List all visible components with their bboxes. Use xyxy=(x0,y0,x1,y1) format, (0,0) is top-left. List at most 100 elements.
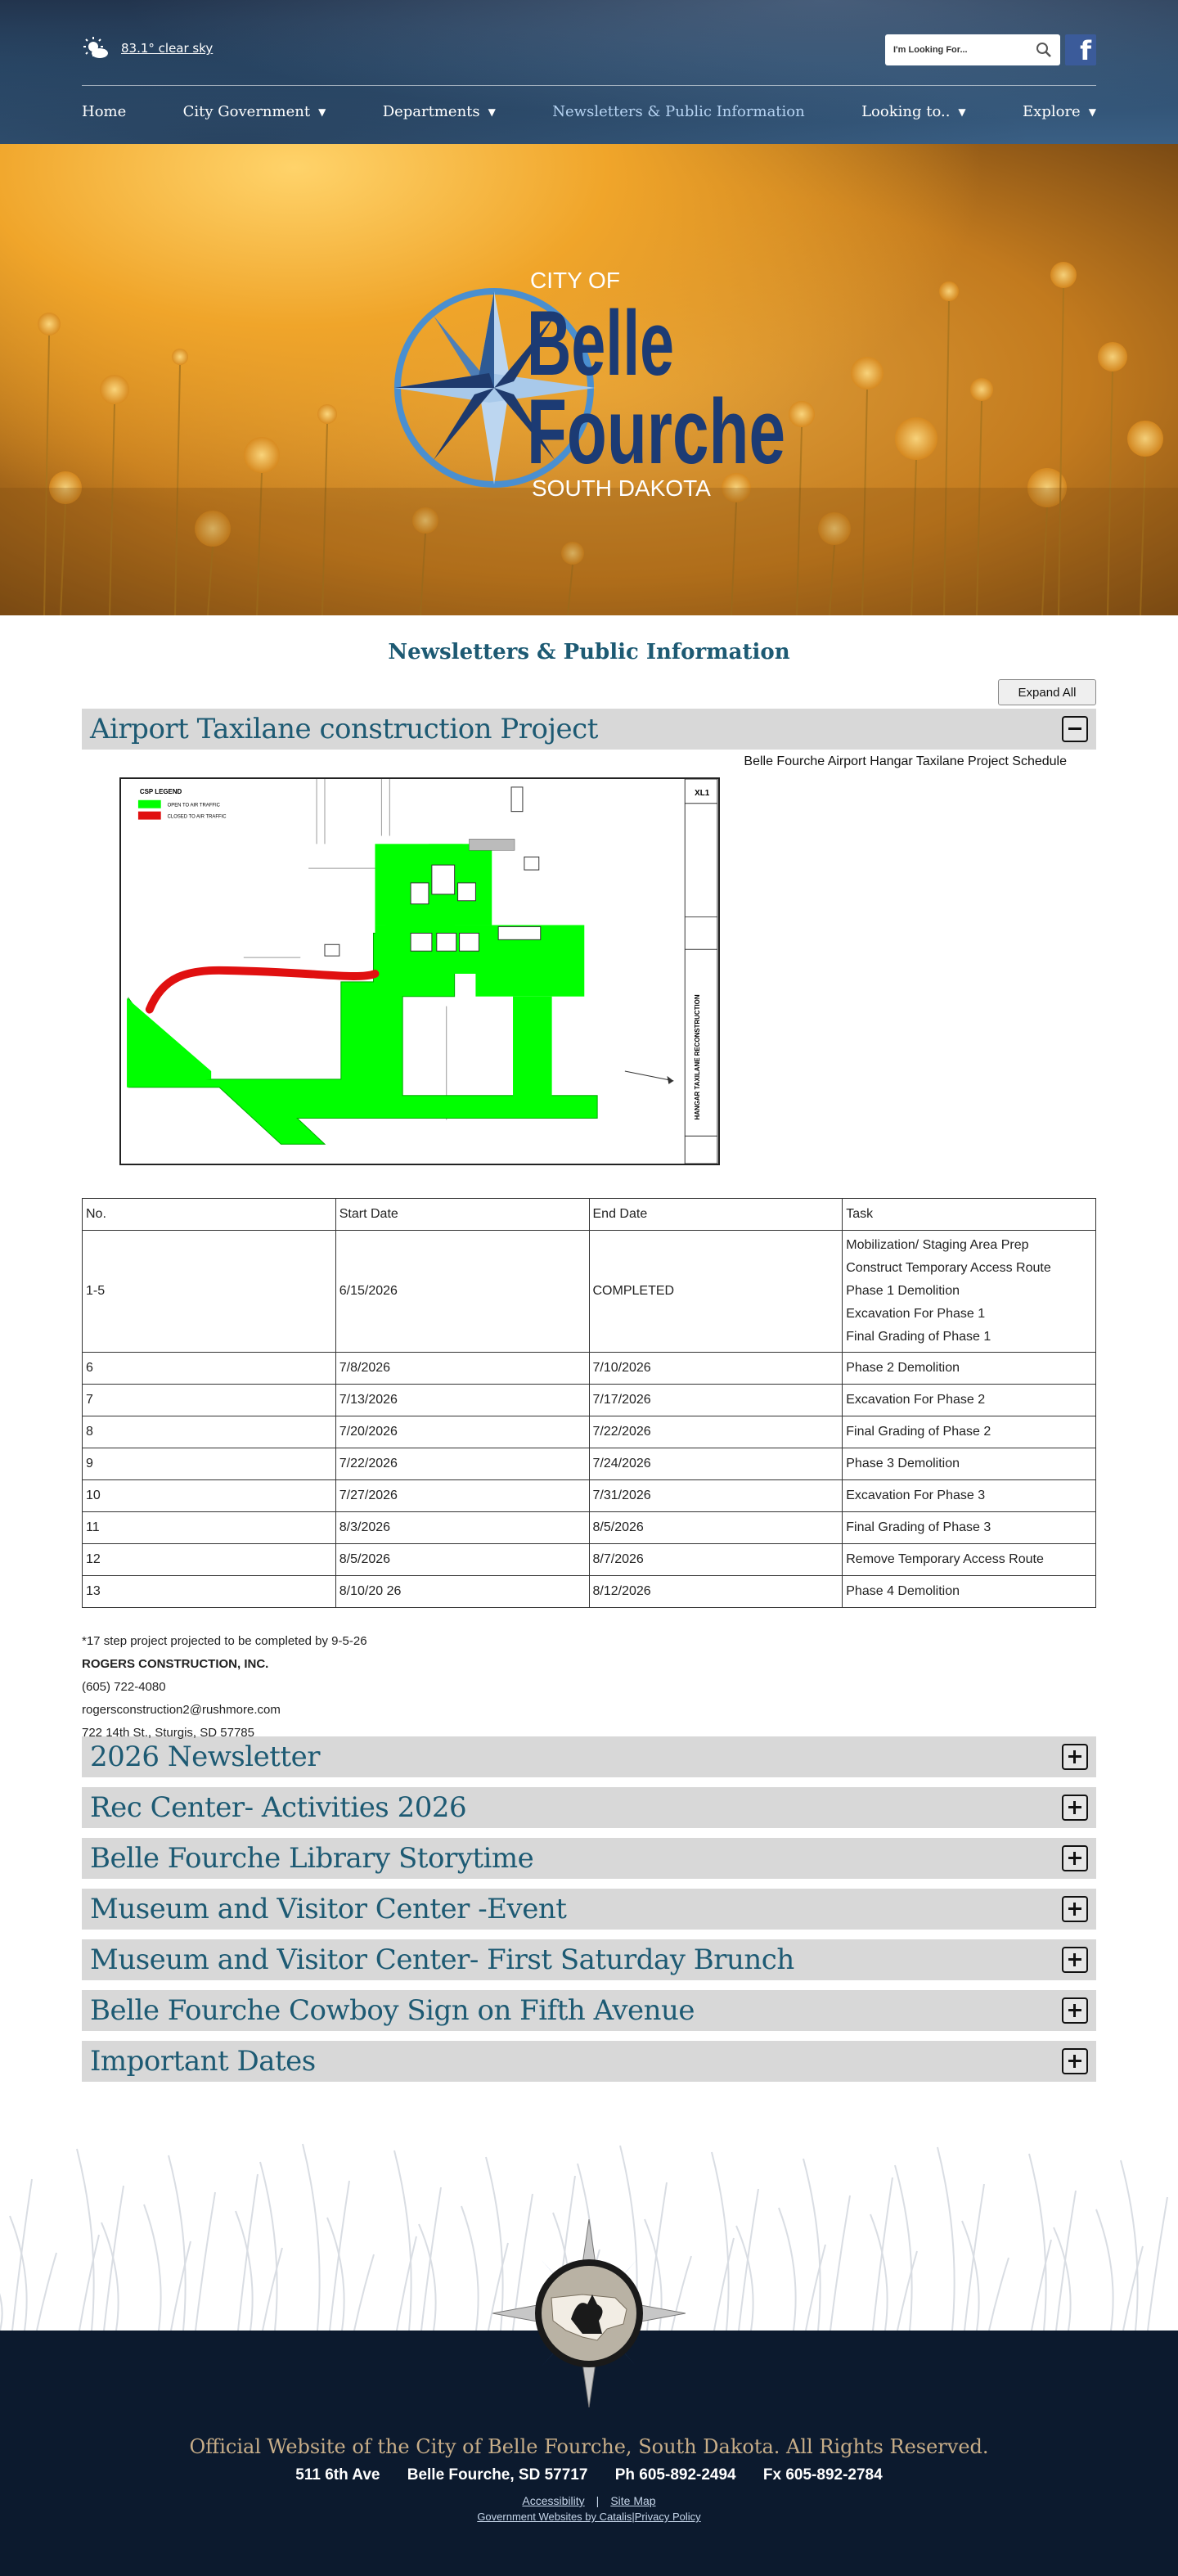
accordion-title: Belle Fourche Library Storytime xyxy=(90,1842,534,1875)
partly-cloudy-icon xyxy=(83,37,108,58)
table-cell-task: Final Grading of Phase 3 xyxy=(842,1511,1096,1544)
nav-item-departments[interactable]: Departments ▼ xyxy=(383,103,496,120)
caret-down-icon: ▼ xyxy=(488,106,496,118)
table-cell-start: 8/5/2026 xyxy=(335,1543,590,1576)
task-line: Final Grading of Phase 2 xyxy=(846,1425,991,1439)
table-cell-no: 9 xyxy=(82,1448,336,1480)
nav-item-explore[interactable]: Explore ▼ xyxy=(1023,103,1096,120)
weather-link[interactable]: 83.1° clear sky xyxy=(121,41,213,56)
table-header-cell: Task xyxy=(842,1198,1096,1231)
gov-websites-link[interactable]: Government Websites by Catalis xyxy=(477,2511,632,2523)
nav-item-label: Explore xyxy=(1023,103,1081,120)
table-header-cell: Start Date xyxy=(335,1198,590,1231)
table-cell-end: 8/5/2026 xyxy=(588,1511,843,1544)
hero-banner: CITY OF Belle Fourche SOUTH DAKOTA xyxy=(0,144,1178,615)
task-line: Excavation For Phase 1 xyxy=(846,1307,986,1321)
table-row: 9 7/22/2026 7/24/2026 Phase 3 Demolition xyxy=(82,1448,1096,1480)
accessibility-link[interactable]: Accessibility xyxy=(522,2494,584,2507)
header-divider xyxy=(82,85,1096,86)
table-cell-end: 7/24/2026 xyxy=(588,1448,843,1480)
expand-icon[interactable] xyxy=(1062,1845,1088,1871)
table-row: 11 8/3/2026 8/5/2026 Final Grading of Phase… xyxy=(82,1511,1096,1544)
task-line: Phase 3 Demolition xyxy=(846,1457,960,1470)
nav-item-city-government[interactable]: City Government ▼ xyxy=(183,103,326,120)
accordion-header[interactable]: Belle Fourche Cowboy Sign on Fifth Avenu… xyxy=(82,1990,1096,2031)
expand-all-button[interactable]: Expand All xyxy=(998,679,1096,705)
footer-address: 511 6th Ave xyxy=(295,2466,380,2484)
contractor-email: rogersconstruction2@rushmore.com xyxy=(82,1703,281,1717)
footer-contact: 511 6th Ave Belle Fourche, SD 57717 Ph 6… xyxy=(0,2466,1178,2484)
table-cell-task: Phase 3 Demolition xyxy=(842,1448,1096,1480)
table-row: 12 8/5/2026 8/7/2026 Remove Temporary Acces… xyxy=(82,1543,1096,1576)
search-icon[interactable] xyxy=(1036,42,1052,58)
expand-icon[interactable] xyxy=(1062,2048,1088,2074)
table-cell-no: 10 xyxy=(82,1479,336,1512)
accordion-title: Important Dates xyxy=(90,2045,316,2078)
accordion-header[interactable]: Important Dates xyxy=(82,2041,1096,2082)
table-cell-end: 7/10/2026 xyxy=(588,1352,843,1385)
map-legend-title: CSP LEGEND xyxy=(140,788,182,795)
completion-note: *17 step project projected to be complet… xyxy=(82,1634,367,1648)
nav-item-newsletters-public-information[interactable]: Newsletters & Public Information xyxy=(552,103,804,120)
table-cell-start: 6/15/2026 xyxy=(335,1230,590,1353)
table-cell-no: 8 xyxy=(82,1416,336,1448)
nav-item-label: Newsletters & Public Information xyxy=(552,103,805,120)
map-sheet-title: HANGAR TAXILANE RECONSTRUCTION xyxy=(694,994,701,1119)
expand-icon[interactable] xyxy=(1062,1795,1088,1821)
task-line: Remove Temporary Access Route xyxy=(846,1552,1044,1566)
weather-widget: 83.1° clear sky xyxy=(82,36,213,61)
table-cell-no: 13 xyxy=(82,1575,336,1608)
accordion-title: Museum and Visitor Center -Event xyxy=(90,1893,567,1925)
map-sheet-id: XL1 xyxy=(695,789,710,798)
table-header-cell: No. xyxy=(82,1198,336,1231)
accordion-header[interactable]: Museum and Visitor Center -Event xyxy=(82,1889,1096,1930)
expand-icon[interactable] xyxy=(1062,1896,1088,1922)
expand-icon[interactable] xyxy=(1062,1947,1088,1973)
collapse-icon[interactable] xyxy=(1062,716,1088,742)
table-cell-task: Excavation For Phase 3 xyxy=(842,1479,1096,1512)
table-cell-no: 7 xyxy=(82,1384,336,1416)
contractor-name: ROGERS CONSTRUCTION, INC. xyxy=(82,1657,269,1671)
search-input[interactable] xyxy=(893,45,1036,55)
search-box[interactable] xyxy=(885,34,1060,65)
privacy-policy-link[interactable]: Privacy Policy xyxy=(635,2511,701,2523)
table-cell-task: Excavation For Phase 2 xyxy=(842,1384,1096,1416)
table-cell-no: 11 xyxy=(82,1511,336,1544)
nav-item-home[interactable]: Home xyxy=(82,103,126,120)
footer-phone: Ph 605-892-2494 xyxy=(614,2466,736,2484)
expand-icon[interactable] xyxy=(1062,1997,1088,2024)
task-line: Final Grading of Phase 3 xyxy=(846,1520,991,1534)
table-cell-end: 8/7/2026 xyxy=(588,1543,843,1576)
accordion-header[interactable]: Belle Fourche Library Storytime xyxy=(82,1838,1096,1879)
map-legend-closed: CLOSED TO AIR TRAFFIC xyxy=(168,815,227,820)
table-row: 10 7/27/2026 7/31/2026 Excavation For Phase… xyxy=(82,1479,1096,1512)
accordion-title: Museum and Visitor Center- First Saturda… xyxy=(90,1943,794,1976)
logo-fourche: Fourche xyxy=(527,381,785,483)
page-title: Newsletters & Public Information xyxy=(388,640,790,664)
table-cell-task: Final Grading of Phase 2 xyxy=(842,1416,1096,1448)
table-row: 13 8/10/20 26 8/12/2026 Phase 4 Demolition xyxy=(82,1575,1096,1608)
schedule-table: No. Start Date End Date Task 1-5 6/15/2026 COM… xyxy=(82,1198,1096,1608)
legend-open-swatch xyxy=(137,799,161,808)
table-row: 7 7/13/2026 7/17/2026 Excavation For Phase … xyxy=(82,1384,1096,1416)
accordion-header[interactable]: Museum and Visitor Center- First Saturda… xyxy=(82,1939,1096,1980)
caret-down-icon: ▼ xyxy=(1088,106,1096,118)
table-cell-start: 7/13/2026 xyxy=(335,1384,590,1416)
table-cell-start: 7/8/2026 xyxy=(335,1352,590,1385)
expand-icon[interactable] xyxy=(1062,1744,1088,1770)
contractor-phone: (605) 722-4080 xyxy=(82,1680,166,1694)
accordion-airport-header[interactable]: Airport Taxilane construction Project xyxy=(82,709,1096,750)
site-map-link[interactable]: Site Map xyxy=(610,2494,655,2507)
nav-item-looking-to[interactable]: Looking to.. ▼ xyxy=(861,103,966,120)
header-background xyxy=(0,0,1178,144)
task-line: Phase 1 Demolition xyxy=(846,1284,960,1298)
table-cell-no: 1-5 xyxy=(82,1230,336,1353)
table-cell-task: Phase 2 Demolition xyxy=(842,1352,1096,1385)
accordion-header[interactable]: Rec Center- Activities 2026 xyxy=(82,1787,1096,1828)
table-cell-task: Phase 4 Demolition xyxy=(842,1575,1096,1608)
facebook-icon[interactable]: f xyxy=(1065,34,1096,65)
table-row: 1-5 6/15/2026 COMPLETED Mobilization/ Stagi… xyxy=(82,1230,1096,1353)
table-cell-task: Remove Temporary Access Route xyxy=(842,1543,1096,1576)
table-cell-end: COMPLETED xyxy=(588,1230,843,1353)
logo-city-of: CITY OF xyxy=(530,268,620,293)
